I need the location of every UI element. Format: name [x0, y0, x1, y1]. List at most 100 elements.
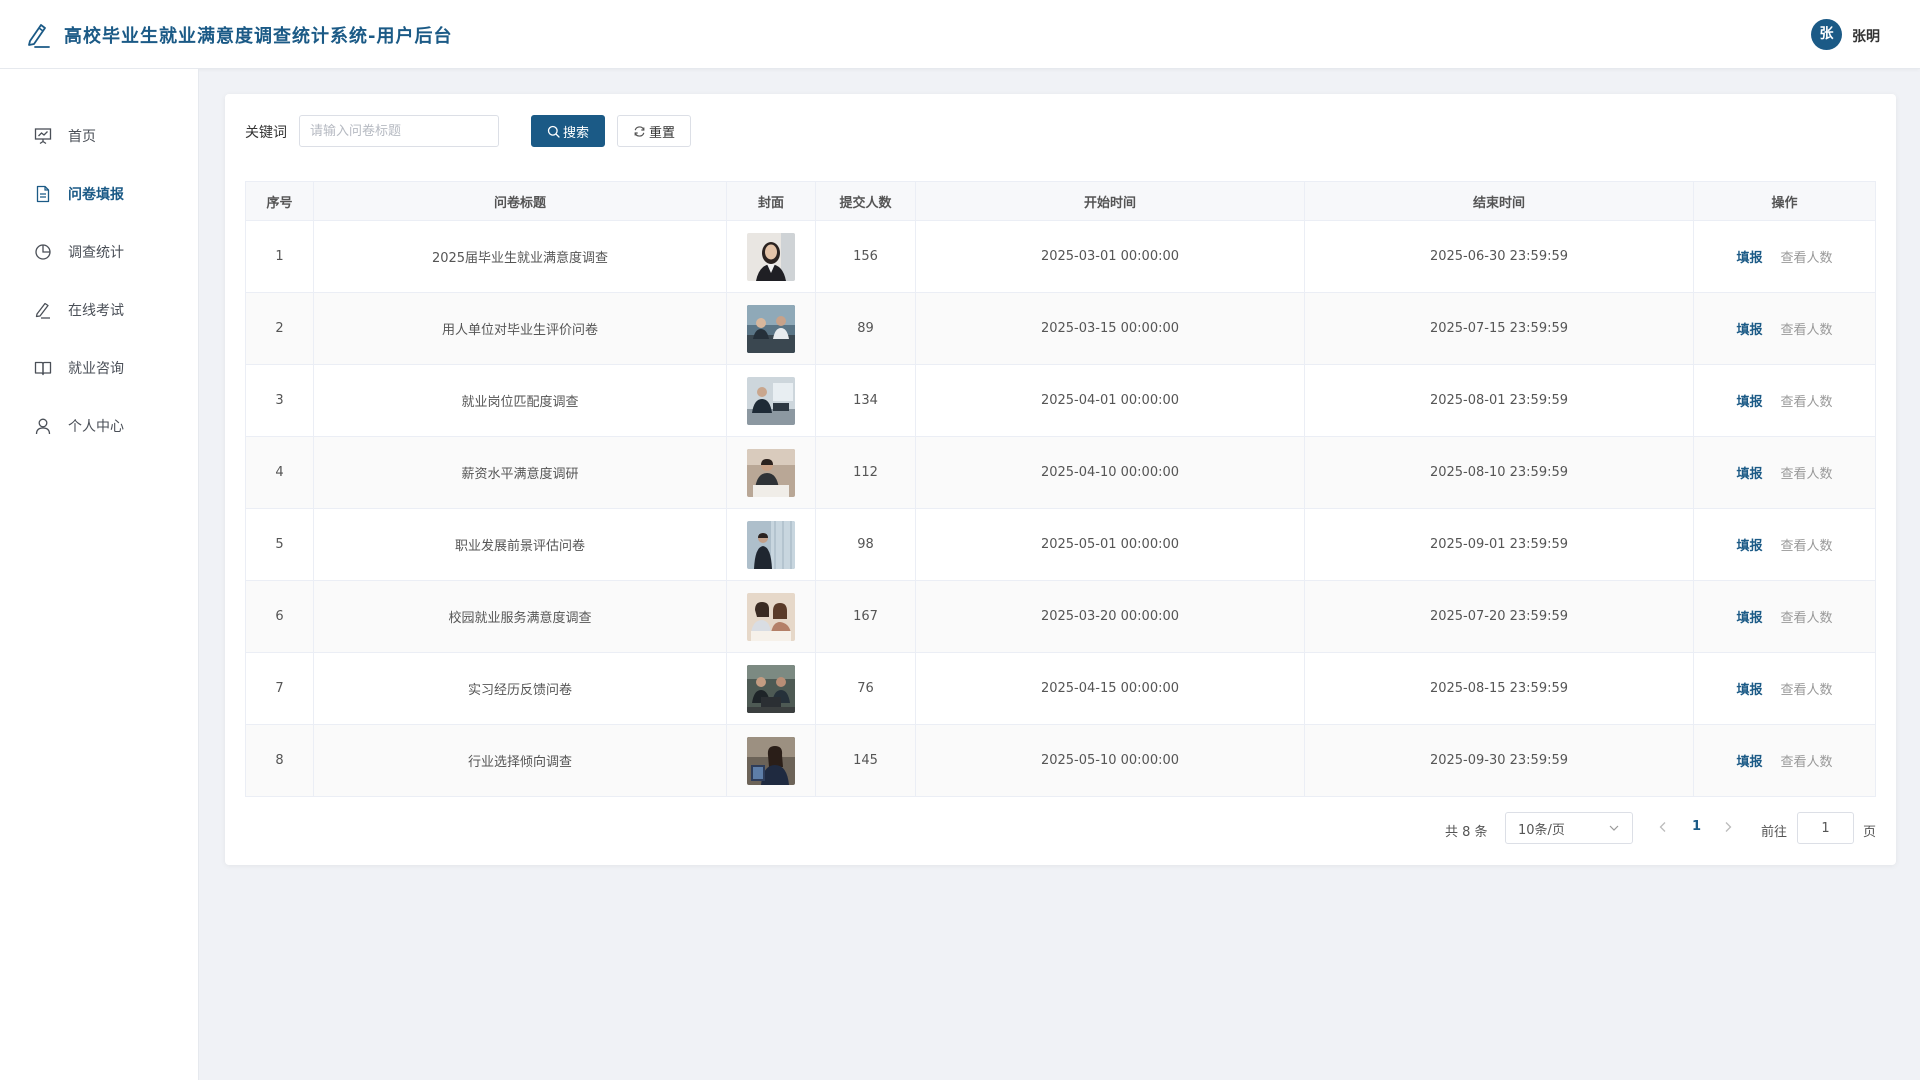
goto-label: 前往 [1761, 825, 1788, 840]
cell-index: 1 [245, 220, 314, 293]
cell-index: 7 [245, 652, 314, 725]
table-row: 5 职业发展前景评估问卷 98 2025-05-01 00:00:00 2025… [245, 508, 1876, 581]
view-submitters-link[interactable]: 查看人数 [1781, 683, 1833, 698]
cell-start: 2025-03-20 00:00:00 [915, 580, 1305, 653]
cell-actions: 填报 查看人数 [1693, 580, 1876, 653]
sidebar-item-label: 在线考试 [68, 303, 124, 319]
cell-start: 2025-05-01 00:00:00 [915, 508, 1305, 581]
cell-cover [726, 436, 816, 509]
cell-start: 2025-03-01 00:00:00 [915, 220, 1305, 293]
cell-index: 6 [245, 580, 314, 653]
cell-title: 用人单位对毕业生评价问卷 [313, 292, 727, 365]
user-icon [35, 418, 51, 435]
cell-index: 2 [245, 292, 314, 365]
cell-title: 就业岗位匹配度调查 [313, 364, 727, 437]
cover-image [747, 304, 795, 353]
cell-title: 校园就业服务满意度调查 [313, 580, 727, 653]
search-button[interactable]: 搜索 [531, 115, 605, 147]
presentation-chart-icon [34, 128, 52, 145]
page-number-current[interactable]: 1 [1692, 819, 1701, 834]
col-header-actions: 操作 [1693, 181, 1876, 221]
view-submitters-link[interactable]: 查看人数 [1781, 539, 1833, 554]
avatar[interactable]: 张 [1811, 19, 1842, 50]
cell-actions: 填报 查看人数 [1693, 292, 1876, 365]
cell-actions: 填报 查看人数 [1693, 436, 1876, 509]
view-submitters-link[interactable]: 查看人数 [1781, 755, 1833, 770]
reset-button[interactable]: 重置 [617, 115, 691, 147]
document-icon [36, 185, 50, 203]
view-submitters-link[interactable]: 查看人数 [1781, 611, 1833, 626]
table-row: 6 校园就业服务满意度调查 167 2025-03-20 00:00:00 20… [245, 580, 1876, 653]
content-card: 关键词 搜索 重置 序号 问卷标题 封面 提交人数 开始时间 [225, 94, 1896, 865]
refresh-icon [634, 125, 645, 137]
cell-index: 4 [245, 436, 314, 509]
search-icon [547, 125, 560, 138]
page-size-select[interactable]: 10条/页 [1505, 812, 1633, 844]
page-suffix: 页 [1863, 825, 1877, 840]
fill-link[interactable]: 填报 [1736, 611, 1762, 626]
cell-cover [726, 220, 816, 293]
cover-image [747, 232, 795, 281]
cover-image [747, 376, 795, 425]
cell-submits: 167 [815, 580, 916, 653]
sidebar-item-questionnaire[interactable]: 问卷填报 [0, 174, 199, 214]
col-header-submits: 提交人数 [815, 181, 916, 221]
cell-title: 2025届毕业生就业满意度调查 [313, 220, 727, 293]
view-submitters-link[interactable]: 查看人数 [1781, 395, 1833, 410]
cover-image [747, 736, 795, 785]
cell-actions: 填报 查看人数 [1693, 508, 1876, 581]
username[interactable]: 张明 [1852, 26, 1880, 46]
cell-end: 2025-08-15 23:59:59 [1304, 652, 1694, 725]
search-button-label: 搜索 [562, 125, 589, 141]
table-row: 2 用人单位对毕业生评价问卷 89 2025-03-15 00:00:00 20… [245, 292, 1876, 365]
cell-cover [726, 724, 816, 797]
keyword-label: 关键词 [245, 125, 287, 141]
search-input[interactable] [299, 115, 499, 147]
page-size-value: 10条/页 [1518, 822, 1565, 838]
sidebar: 首页 问卷填报 调查统计 在线考试 就业咨询 个人中心 [0, 69, 199, 1080]
cell-submits: 112 [815, 436, 916, 509]
col-header-title: 问卷标题 [313, 181, 727, 221]
fill-link[interactable]: 填报 [1736, 395, 1762, 410]
cell-actions: 填报 查看人数 [1693, 364, 1876, 437]
cell-end: 2025-06-30 23:59:59 [1304, 220, 1694, 293]
view-submitters-link[interactable]: 查看人数 [1781, 467, 1833, 482]
sidebar-item-exam[interactable]: 在线考试 [0, 290, 199, 330]
fill-link[interactable]: 填报 [1736, 683, 1762, 698]
cell-actions: 填报 查看人数 [1693, 724, 1876, 797]
pager-total: 共 8 条 [1445, 825, 1488, 840]
prev-page-icon[interactable] [1655, 819, 1671, 835]
cell-title: 薪资水平满意度调研 [313, 436, 727, 509]
goto-page-input[interactable] [1797, 812, 1854, 844]
cell-start: 2025-04-01 00:00:00 [915, 364, 1305, 437]
view-submitters-link[interactable]: 查看人数 [1781, 251, 1833, 266]
sidebar-item-home[interactable]: 首页 [0, 116, 199, 156]
cell-title: 职业发展前景评估问卷 [313, 508, 727, 581]
cell-end: 2025-09-30 23:59:59 [1304, 724, 1694, 797]
table-row: 7 实习经历反馈问卷 76 2025-04-15 00:00:00 2025-0… [245, 652, 1876, 725]
sidebar-item-label: 首页 [68, 129, 96, 145]
cell-cover [726, 652, 816, 725]
cell-start: 2025-04-15 00:00:00 [915, 652, 1305, 725]
cell-submits: 134 [815, 364, 916, 437]
sidebar-item-label: 就业咨询 [68, 361, 124, 377]
fill-link[interactable]: 填报 [1736, 755, 1762, 770]
fill-link[interactable]: 填报 [1736, 323, 1762, 338]
cell-submits: 89 [815, 292, 916, 365]
cell-start: 2025-03-15 00:00:00 [915, 292, 1305, 365]
sidebar-item-statistics[interactable]: 调查统计 [0, 232, 199, 272]
fill-link[interactable]: 填报 [1736, 251, 1762, 266]
fill-link[interactable]: 填报 [1736, 539, 1762, 554]
cell-index: 3 [245, 364, 314, 437]
sidebar-item-profile[interactable]: 个人中心 [0, 406, 199, 446]
pen-logo-icon [28, 24, 50, 48]
table-header-row: 序号 问卷标题 封面 提交人数 开始时间 结束时间 操作 [245, 181, 1876, 221]
cell-cover [726, 364, 816, 437]
view-submitters-link[interactable]: 查看人数 [1781, 323, 1833, 338]
cell-end: 2025-07-15 23:59:59 [1304, 292, 1694, 365]
fill-link[interactable]: 填报 [1736, 467, 1762, 482]
sidebar-item-consulting[interactable]: 就业咨询 [0, 348, 199, 388]
cell-index: 8 [245, 724, 314, 797]
top-header: 高校毕业生就业满意度调查统计系统-用户后台 张 张明 [0, 0, 1920, 69]
next-page-icon[interactable] [1720, 819, 1736, 835]
